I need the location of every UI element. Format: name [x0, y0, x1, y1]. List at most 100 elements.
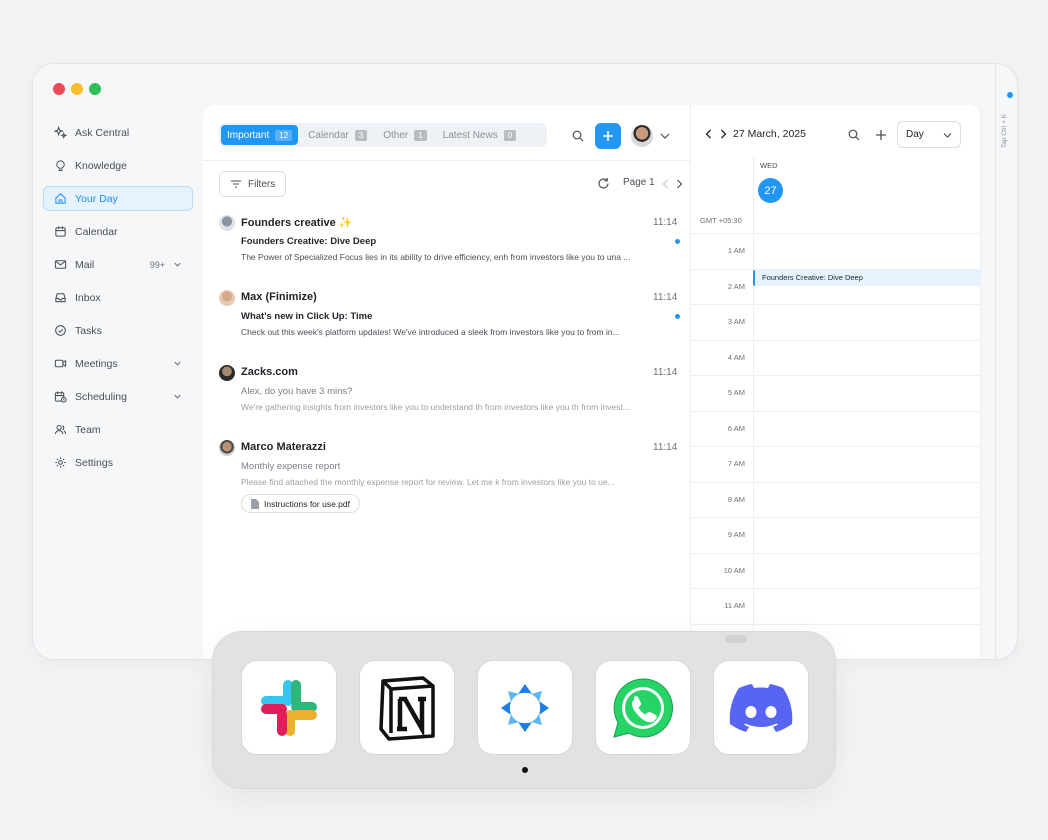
view-select[interactable]: Day — [897, 121, 961, 148]
chevron-left-icon[interactable] — [705, 129, 712, 139]
sidebar-item-knowledge[interactable]: Knowledge — [43, 153, 193, 178]
day-number[interactable]: 27 — [758, 178, 783, 203]
gear-icon — [55, 457, 66, 468]
hour-row[interactable]: 1 AM — [691, 233, 981, 269]
tab-count-badge: 0 — [503, 129, 517, 141]
tab-label: Calendar — [308, 129, 349, 141]
lightbulb-icon — [56, 160, 65, 172]
central-icon — [501, 683, 549, 732]
page-indicator-dot[interactable] — [522, 767, 528, 773]
close-window-button[interactable] — [53, 83, 65, 95]
chevron-down-icon[interactable] — [173, 392, 182, 401]
tab-latest-news[interactable]: Latest News 0 — [437, 125, 522, 145]
mail-sender: Founders creative ✨ — [241, 217, 353, 229]
mail-preview: The Power of Specialized Focus lies in i… — [241, 252, 631, 262]
mail-icon — [54, 260, 67, 269]
hour-row[interactable]: 7 AM — [691, 446, 981, 482]
divider — [203, 160, 690, 161]
mail-time: 11:14 — [653, 442, 678, 453]
dock-app-whatsapp[interactable] — [595, 660, 691, 755]
list-item[interactable]: Marco Materazzi 11:14 Monthly expense re… — [219, 440, 684, 520]
sidebar-item-tasks[interactable]: Tasks — [43, 318, 193, 343]
sidebar-item-calendar[interactable]: Calendar — [43, 219, 193, 244]
chevron-down-icon[interactable] — [173, 260, 182, 269]
sidebar: Ask Central Knowledge Your Day Calendar … — [43, 120, 193, 483]
video-icon — [54, 359, 67, 368]
unread-dot — [675, 314, 680, 319]
sidebar-item-scheduling[interactable]: Scheduling — [43, 384, 193, 409]
sidebar-item-inbox[interactable]: Inbox — [43, 285, 193, 310]
hour-label: 1 AM — [727, 246, 745, 255]
sidebar-item-label: Calendar — [75, 225, 118, 238]
hour-row[interactable]: 3 AM — [691, 304, 981, 340]
app-dock — [212, 631, 836, 789]
sidebar-item-label: Team — [75, 423, 101, 436]
chevron-right-icon[interactable] — [720, 129, 727, 139]
tab-other[interactable]: Other 1 — [377, 125, 432, 145]
hour-row[interactable]: 8 AM — [691, 482, 981, 518]
tab-count-badge: 1 — [414, 129, 427, 141]
mail-preview: Check out this week's platform updates! … — [241, 327, 620, 337]
calendar-event[interactable]: Founders Creative: Dive Deep — [753, 270, 981, 286]
mail-time: 11:14 — [653, 217, 678, 228]
minimize-window-button[interactable] — [71, 83, 83, 95]
chevron-right-icon[interactable] — [676, 179, 683, 189]
search-icon[interactable] — [572, 130, 584, 142]
inbox-icon — [55, 293, 66, 303]
search-icon[interactable] — [848, 129, 860, 141]
chevron-down-icon[interactable] — [660, 133, 670, 140]
attachment-chip[interactable]: Instructions for use.pdf — [241, 494, 360, 513]
tab-important[interactable]: Important 12 — [221, 125, 299, 145]
sidebar-item-ask-central[interactable]: Ask Central — [43, 120, 193, 145]
list-item[interactable]: Zacks.com 11:14 Alex, do you have 3 mins… — [219, 365, 684, 425]
sidebar-item-your-day[interactable]: Your Day — [43, 186, 193, 211]
hour-row[interactable]: 4 AM — [691, 340, 981, 376]
sidebar-item-mail[interactable]: Mail 99+ — [43, 252, 193, 277]
calendar-icon — [55, 226, 66, 237]
calendar-date: 27 March, 2025 — [733, 128, 806, 140]
sidebar-item-meetings[interactable]: Meetings — [43, 351, 193, 376]
dock-app-notion[interactable] — [359, 660, 455, 755]
scrollbar[interactable] — [980, 105, 981, 659]
hour-label: 4 AM — [727, 353, 745, 362]
maximize-window-button[interactable] — [89, 83, 101, 95]
avatar — [219, 215, 235, 231]
hour-row[interactable]: 6 AM — [691, 411, 981, 447]
plus-icon — [603, 131, 613, 141]
plus-icon[interactable] — [875, 129, 887, 141]
refresh-icon[interactable] — [597, 177, 610, 190]
mail-tabs: Important 12 Calendar 3 Other 1 Latest N… — [219, 123, 547, 147]
main-panel: Important 12 Calendar 3 Other 1 Latest N… — [203, 105, 981, 659]
chevron-down-icon — [943, 133, 952, 138]
dock-app-discord[interactable] — [713, 660, 809, 755]
chevron-left-icon[interactable] — [662, 179, 669, 189]
tab-calendar[interactable]: Calendar 3 — [302, 125, 373, 145]
list-item[interactable]: Founders creative ✨ 11:14 Founders Creat… — [219, 215, 684, 275]
compose-button[interactable] — [595, 123, 621, 149]
tab-label: Latest News — [442, 129, 498, 141]
hour-row[interactable]: 5 AM — [691, 375, 981, 411]
filters-button[interactable]: Filters — [219, 171, 287, 197]
sidebar-item-settings[interactable]: Settings — [43, 450, 193, 475]
chevron-down-icon[interactable] — [173, 359, 182, 368]
right-strip: Tap Ctrl + K — [995, 64, 1017, 659]
hour-row[interactable]: 11 AM — [691, 588, 981, 624]
discord-icon — [729, 683, 793, 732]
avatar — [219, 440, 235, 456]
dock-handle[interactable] — [725, 635, 747, 643]
hour-label: 6 AM — [727, 424, 745, 433]
tab-count-badge: 3 — [354, 129, 368, 141]
filter-icon — [231, 180, 241, 188]
hour-row[interactable]: 9 AM — [691, 517, 981, 553]
sidebar-item-label: Your Day — [75, 192, 118, 205]
dock-app-central[interactable] — [477, 660, 573, 755]
avatar[interactable] — [631, 125, 653, 147]
mail-sender: Zacks.com — [241, 366, 298, 378]
list-item[interactable]: Max (Finimize) 11:14 What's new in Click… — [219, 290, 684, 350]
hour-row[interactable]: 10 AM — [691, 553, 981, 589]
dock-app-slack[interactable] — [241, 660, 337, 755]
window-controls — [53, 83, 101, 95]
mail-preview: Please find attached the monthly expense… — [241, 477, 615, 487]
sidebar-item-team[interactable]: Team — [43, 417, 193, 442]
mail-count-badge: 99+ — [149, 259, 165, 270]
